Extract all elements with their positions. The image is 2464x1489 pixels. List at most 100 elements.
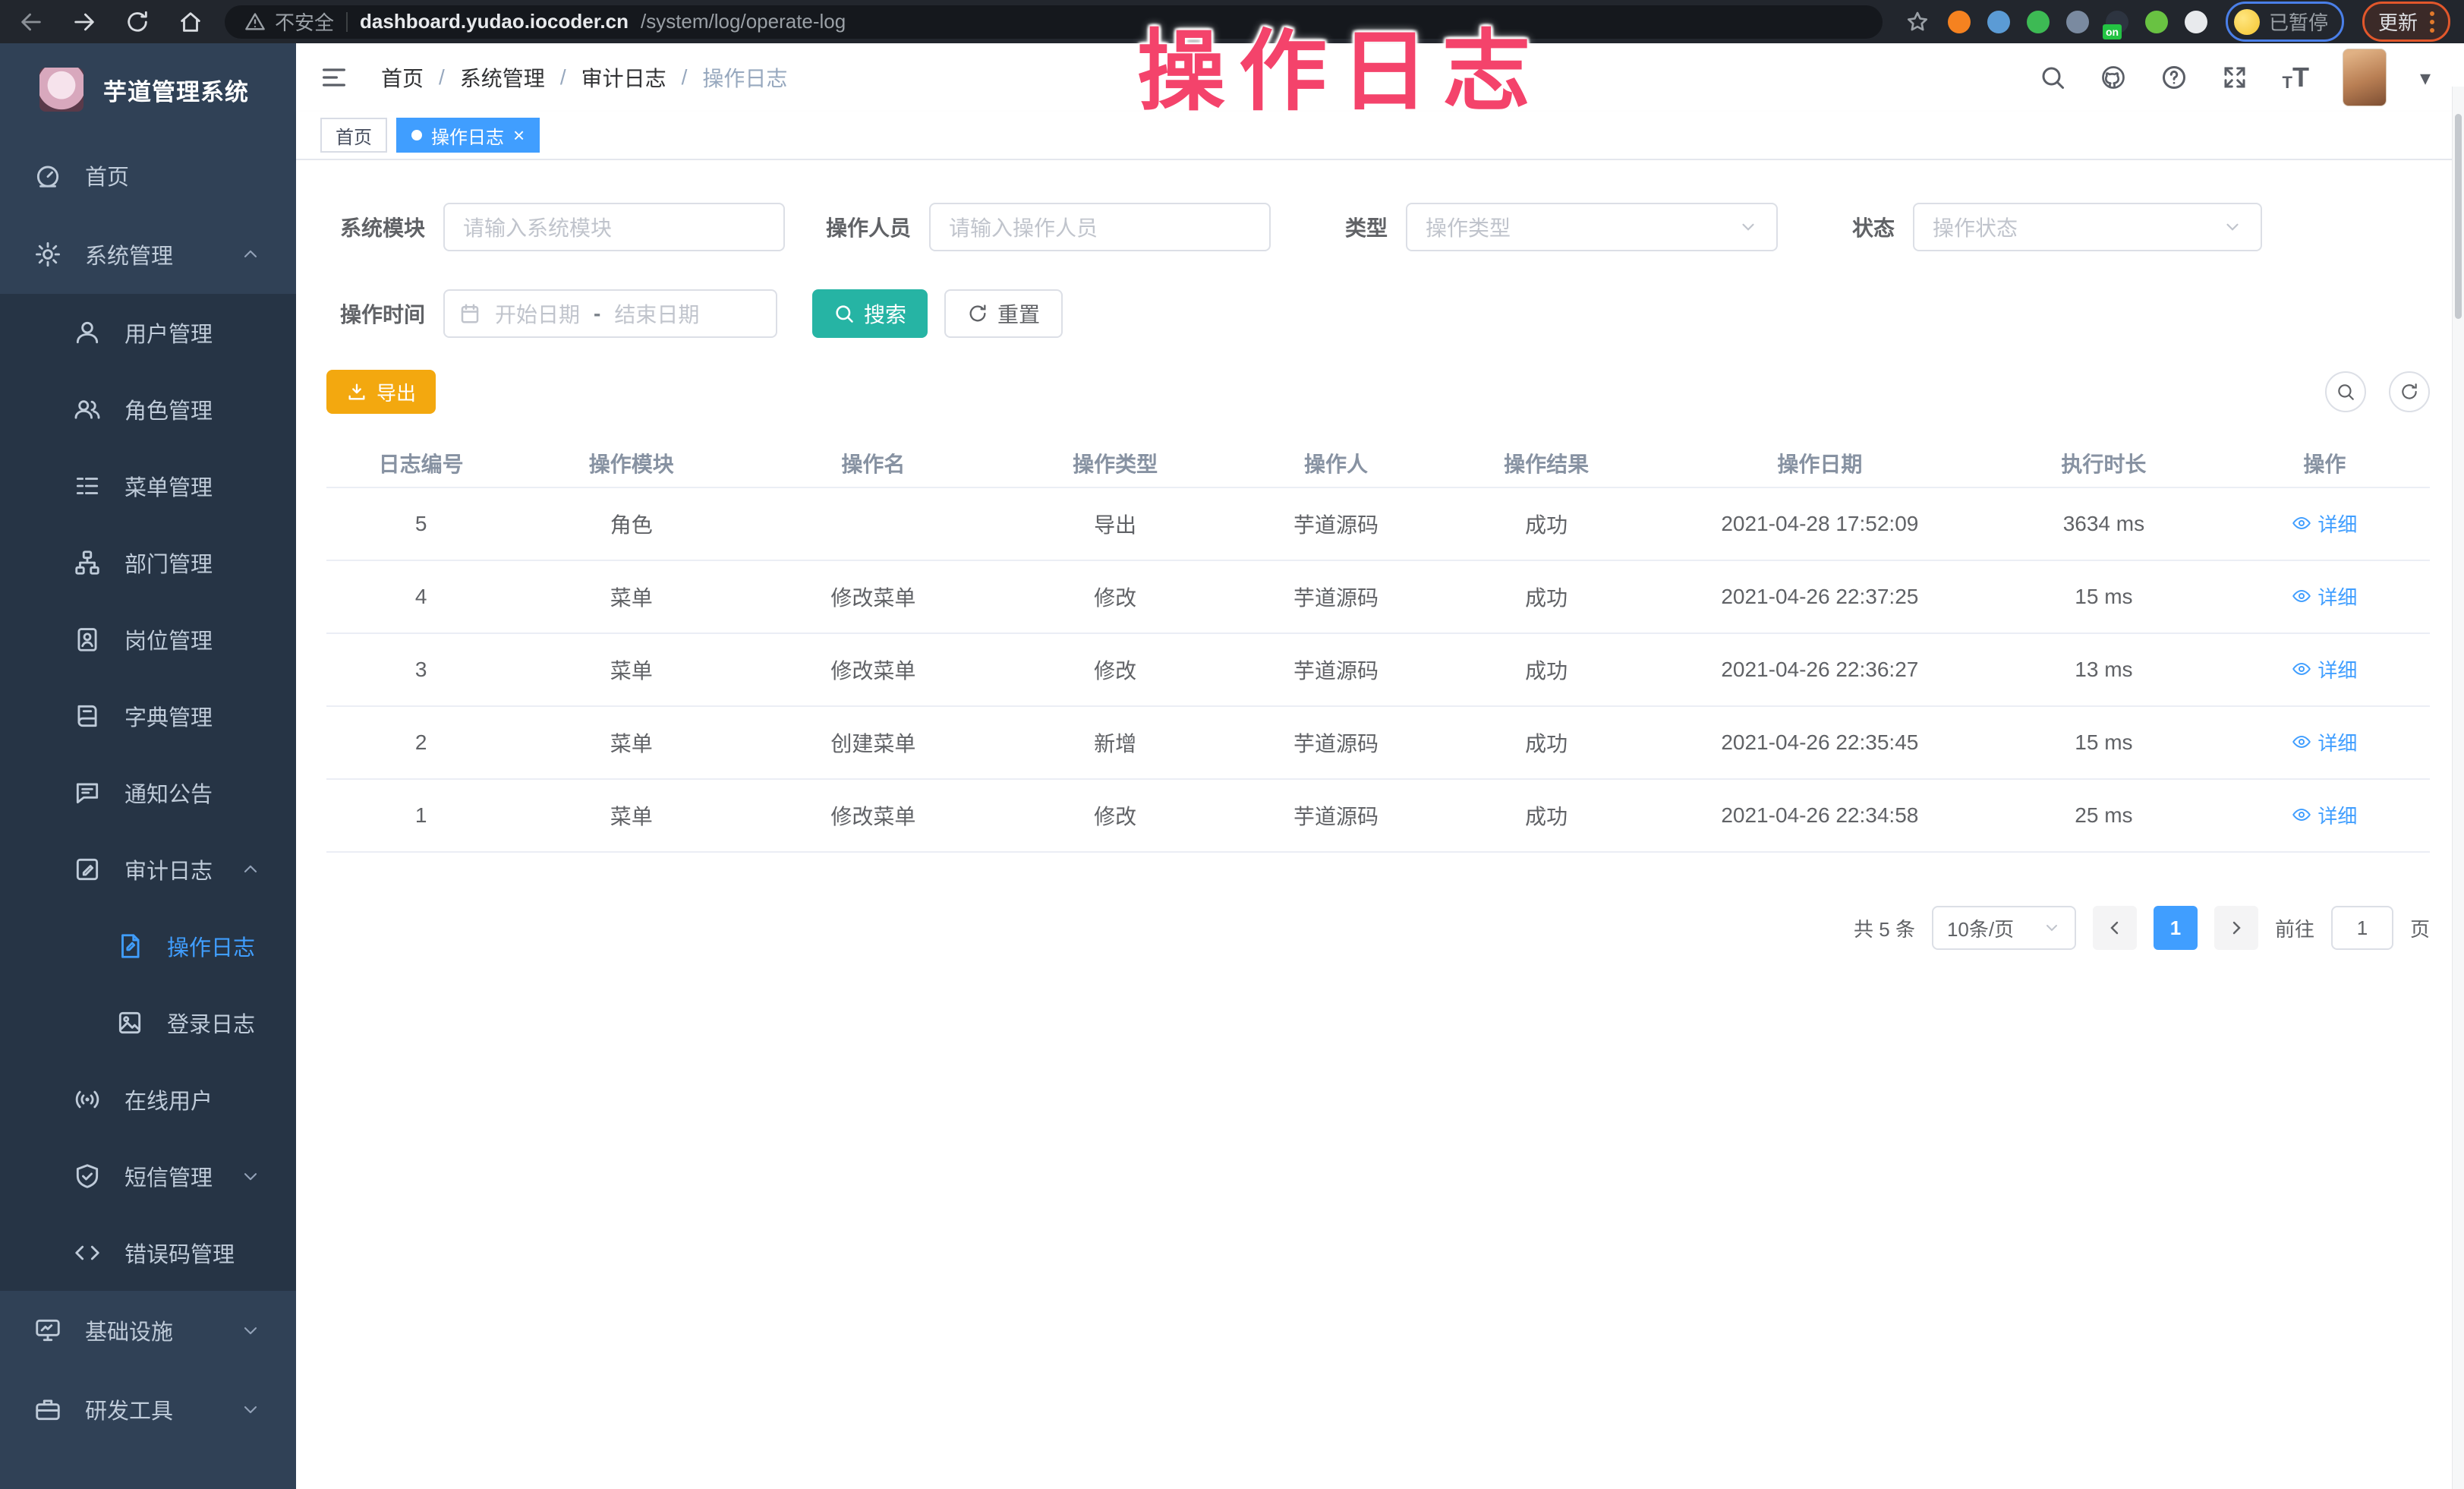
- sidebar: 芋道管理系统 首页系统管理用户管理角色管理菜单管理部门管理岗位管理字典管理通知公…: [0, 43, 296, 1489]
- scrollbar-thumb[interactable]: [2455, 114, 2462, 319]
- breadcrumb-item[interactable]: 系统管理: [460, 62, 545, 93]
- browser-nav-buttons: [0, 9, 225, 35]
- caret-down-icon[interactable]: ▾: [2420, 65, 2431, 90]
- url-host: dashboard.yudao.iocoder.cn: [360, 10, 629, 33]
- table-cell: 15 ms: [1988, 585, 2220, 609]
- detail-link[interactable]: 详细: [2292, 801, 2357, 829]
- sidebar-item-错误码管理[interactable]: 错误码管理: [0, 1214, 296, 1291]
- table-cell: 2021-04-28 17:52:09: [1652, 512, 1988, 536]
- reset-button[interactable]: 重置: [944, 289, 1063, 338]
- detail-link[interactable]: 详细: [2292, 509, 2357, 538]
- sidebar-item-登录日志[interactable]: 登录日志: [0, 984, 296, 1061]
- page-content: 系统模块 请输入系统模块 操作人员 请输入操作人员 类型 操作类型 状态 操作状…: [296, 160, 2464, 1489]
- sidebar-item-用户管理[interactable]: 用户管理: [0, 294, 296, 371]
- security-indicator[interactable]: 不安全: [244, 8, 334, 36]
- show-search-button[interactable]: [2325, 371, 2366, 412]
- sidebar-logo-row[interactable]: 芋道管理系统: [0, 43, 296, 136]
- dark-switch-extension-icon[interactable]: on: [2106, 11, 2128, 33]
- hamburger-icon[interactable]: [319, 62, 349, 93]
- next-page-button[interactable]: [2214, 906, 2258, 950]
- tag-首页[interactable]: 首页: [320, 118, 387, 153]
- page-scrollbar[interactable]: [2452, 87, 2464, 1489]
- sidebar-item-部门管理[interactable]: 部门管理: [0, 524, 296, 601]
- breadcrumb-item[interactable]: 审计日志: [581, 62, 666, 93]
- paused-extension-pill[interactable]: 已暂停: [2226, 2, 2344, 42]
- badge-icon: [73, 625, 102, 654]
- module-input[interactable]: 请输入系统模块: [443, 203, 785, 251]
- sidebar-item-操作日志[interactable]: 操作日志: [0, 907, 296, 984]
- breadcrumb-item[interactable]: 首页: [381, 62, 424, 93]
- chevron-down-icon: [240, 1166, 261, 1187]
- sidebar-item-label: 审计日志: [124, 853, 213, 885]
- prev-page-button[interactable]: [2093, 906, 2137, 950]
- browser-update-button[interactable]: 更新: [2362, 2, 2450, 42]
- search-icon[interactable]: [2039, 64, 2066, 91]
- user-icon: [73, 318, 102, 347]
- sidebar-item-字典管理[interactable]: 字典管理: [0, 677, 296, 754]
- sidebar-item-label: 部门管理: [124, 547, 213, 579]
- sidebar-item-审计日志[interactable]: 审计日志: [0, 831, 296, 907]
- table-cell: 修改菜单: [747, 655, 1000, 685]
- puzzle-extension-icon[interactable]: [2185, 11, 2207, 33]
- url-path: /system/log/operate-log: [641, 10, 846, 33]
- dashboard-icon: [33, 161, 62, 190]
- table-cell-actions: 详细: [2220, 582, 2430, 612]
- gray-diamond-extension-icon[interactable]: [2066, 11, 2089, 33]
- page-size-select[interactable]: 10条/页: [1932, 906, 2076, 950]
- refresh-table-button[interactable]: [2389, 371, 2430, 412]
- home-icon[interactable]: [178, 9, 203, 35]
- export-button[interactable]: 导出: [326, 370, 436, 414]
- detail-link-label: 详细: [2317, 655, 2357, 683]
- sidebar-item-角色管理[interactable]: 角色管理: [0, 371, 296, 447]
- detail-link[interactable]: 详细: [2292, 728, 2357, 756]
- fullscreen-icon[interactable]: [2221, 64, 2248, 91]
- goto-page-input[interactable]: 1: [2331, 906, 2393, 950]
- table-cell: 修改: [1000, 582, 1231, 612]
- sidebar-item-首页[interactable]: 首页: [0, 136, 296, 215]
- sidebar-item-菜单管理[interactable]: 菜单管理: [0, 447, 296, 524]
- tag-close-icon[interactable]: ×: [513, 125, 525, 145]
- sidebar-item-系统管理[interactable]: 系统管理: [0, 215, 296, 294]
- fontsize-icon[interactable]: TT: [2282, 64, 2308, 91]
- page-number-button[interactable]: 1: [2154, 906, 2198, 950]
- status-select[interactable]: 操作状态: [1913, 203, 2262, 251]
- address-bar[interactable]: 不安全 dashboard.yudao.iocoder.cn /system/l…: [225, 5, 1883, 39]
- green-circle-extension-icon[interactable]: [2027, 11, 2050, 33]
- avatar[interactable]: [2343, 49, 2387, 106]
- tag-操作日志[interactable]: 操作日志×: [396, 118, 540, 153]
- table-cell: 成功: [1442, 800, 1652, 831]
- green-leaf-extension-icon[interactable]: [2145, 11, 2168, 33]
- table-toolbar: 导出: [326, 370, 2430, 414]
- users-icon: [73, 395, 102, 424]
- operator-input[interactable]: 请输入操作人员: [929, 203, 1271, 251]
- sidebar-item-基础设施[interactable]: 基础设施: [0, 1291, 296, 1370]
- orange-ring-extension-icon[interactable]: [1948, 11, 1971, 33]
- github-icon[interactable]: [2100, 64, 2127, 91]
- table-row: 4菜单修改菜单修改芋道源码成功2021-04-26 22:37:2515 ms详…: [326, 561, 2430, 634]
- bookmark-star-icon[interactable]: [1905, 10, 1930, 34]
- sidebar-item-在线用户[interactable]: 在线用户: [0, 1061, 296, 1137]
- sidebar-item-研发工具[interactable]: 研发工具: [0, 1370, 296, 1449]
- breadcrumb: 首页/系统管理/审计日志/操作日志: [381, 62, 787, 93]
- sidebar-item-label: 字典管理: [124, 700, 213, 732]
- paused-label: 已暂停: [2269, 8, 2328, 36]
- detail-link[interactable]: 详细: [2292, 582, 2357, 610]
- warning-icon: [244, 11, 266, 33]
- blue-drop-extension-icon[interactable]: [1987, 11, 2010, 33]
- type-select[interactable]: 操作类型: [1406, 203, 1778, 251]
- search-button[interactable]: 搜索: [812, 289, 928, 338]
- forward-icon[interactable]: [71, 9, 97, 35]
- detail-link[interactable]: 详细: [2292, 655, 2357, 683]
- table-cell: 修改菜单: [747, 582, 1000, 612]
- question-icon[interactable]: [2160, 64, 2188, 91]
- sidebar-item-岗位管理[interactable]: 岗位管理: [0, 601, 296, 677]
- date-range-input[interactable]: 开始日期 - 结束日期: [443, 289, 777, 338]
- back-icon[interactable]: [18, 9, 44, 35]
- table-cell-actions: 详细: [2220, 801, 2430, 831]
- reload-icon[interactable]: [124, 9, 150, 35]
- type-label: 类型: [1339, 212, 1388, 242]
- table-cell: 芋道源码: [1230, 655, 1441, 685]
- sidebar-item-短信管理[interactable]: 短信管理: [0, 1137, 296, 1214]
- sidebar-item-通知公告[interactable]: 通知公告: [0, 754, 296, 831]
- browser-menu-icon[interactable]: [2430, 11, 2434, 33]
